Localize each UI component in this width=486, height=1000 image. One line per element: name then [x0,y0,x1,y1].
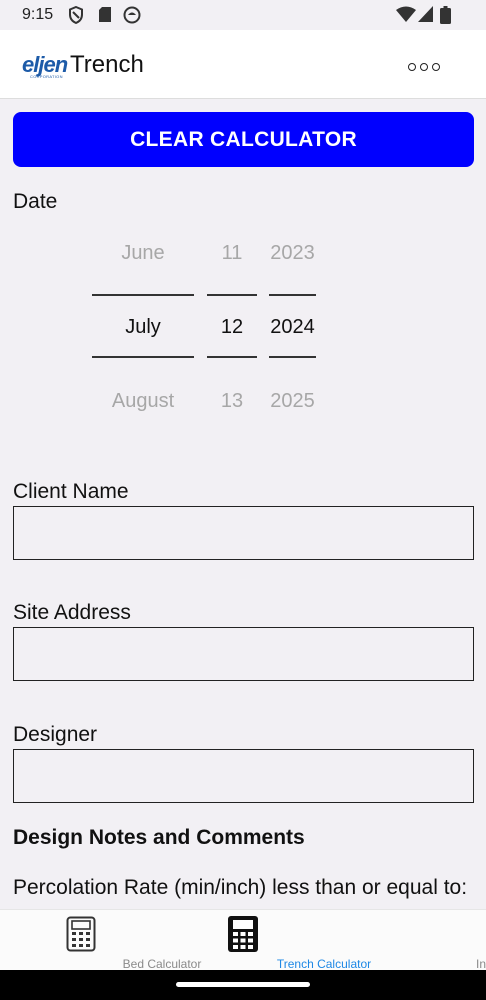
client-name-input[interactable] [13,506,474,560]
year-option-selected[interactable]: 2024 [269,316,316,339]
clear-calculator-button[interactable]: CLEAR CALCULATOR [13,112,474,167]
app-notification-icon [123,6,141,24]
picker-divider [269,294,316,296]
shield-icon [69,6,83,24]
month-option-selected[interactable]: July [92,316,194,339]
day-option-prev[interactable]: 11 [207,242,257,265]
year-option-prev[interactable]: 2023 [269,242,316,265]
nav-trench-calculator[interactable]: Trench Calculator [162,910,371,971]
more-options-icon[interactable] [408,58,448,71]
status-time: 9:15 [22,6,54,23]
app-title: Trench [70,51,144,78]
wifi-icon [396,6,416,22]
app-bar: eljen CORPORATION Trench [0,30,486,99]
logo-subtext: CORPORATION [30,74,63,79]
designer-label: Designer [13,723,98,746]
month-picker[interactable]: June July August [92,226,194,426]
eljen-logo: eljen CORPORATION [22,52,68,79]
picker-divider [92,294,194,296]
day-option-selected[interactable]: 12 [207,316,257,339]
percolation-rate-label: Percolation Rate (min/inch) less than or… [13,876,468,899]
client-name-label: Client Name [13,480,129,503]
battery-icon [440,6,451,24]
system-gesture-bar [0,970,486,1000]
nav-info-label: Info [475,957,486,971]
designer-input[interactable] [13,749,474,803]
picker-divider [269,356,316,358]
day-option-next[interactable]: 13 [207,390,257,413]
nav-info[interactable]: Info [324,910,486,971]
calculator-icon [66,916,96,952]
date-label: Date [13,190,58,213]
month-option-prev[interactable]: June [92,242,194,265]
year-picker[interactable]: 2023 2024 2025 [269,226,316,426]
year-option-next[interactable]: 2025 [269,390,316,413]
design-notes-heading: Design Notes and Comments [13,826,305,849]
picker-divider [207,294,257,296]
home-gesture-pill[interactable] [176,982,310,987]
status-bar: 9:15 [0,0,486,30]
calculator-icon [228,916,258,952]
picker-divider [207,356,257,358]
nav-bed-calculator[interactable]: Bed Calculator [0,910,201,971]
day-picker[interactable]: 11 12 13 [207,226,257,426]
sd-card-icon [99,7,111,22]
site-address-label: Site Address [13,601,131,624]
signal-icon [418,6,433,22]
bottom-nav: Bed Calculator Trench Calculator Info [0,909,486,971]
site-address-input[interactable] [13,627,474,681]
month-option-next[interactable]: August [92,390,194,413]
picker-divider [92,356,194,358]
